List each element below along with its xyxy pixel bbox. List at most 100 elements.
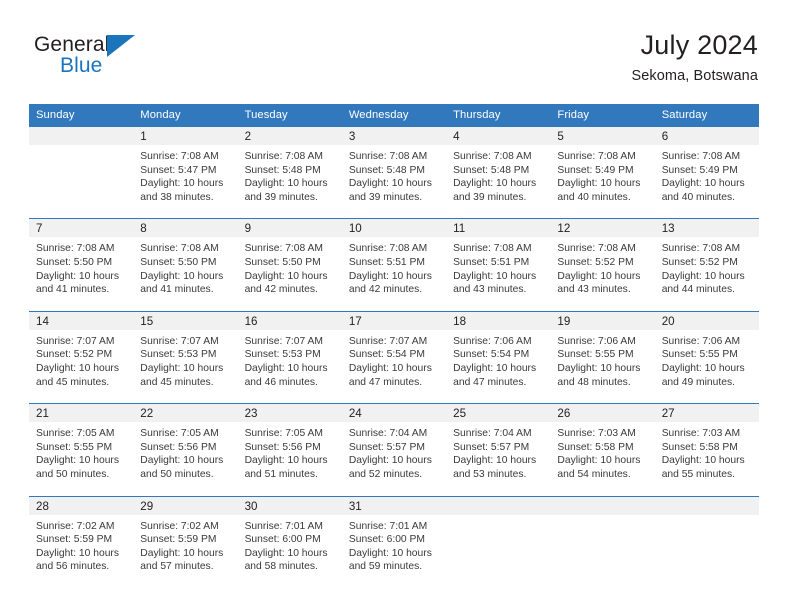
sunset-text: Sunset: 5:53 PM bbox=[244, 349, 321, 361]
logo-text-blue: Blue bbox=[60, 54, 103, 77]
sunrise-text: Sunrise: 7:06 AM bbox=[453, 335, 532, 347]
calendar-day-cell[interactable]: 8 Sunrise: 7:08 AM Sunset: 5:50 PM Daylight… bbox=[133, 218, 238, 312]
sunset-text: Sunset: 5:50 PM bbox=[36, 256, 113, 268]
calendar-day-cell[interactable]: 18 Sunrise: 7:06 AM Sunset: 5:54 PM Dayligh… bbox=[446, 310, 551, 404]
calendar-day-cell[interactable]: 30 Sunrise: 7:01 AM Sunset: 6:00 PM Dayligh… bbox=[237, 495, 342, 588]
calendar-day-cell[interactable]: 9 Sunrise: 7:08 AM Sunset: 5:50 PM Daylight… bbox=[237, 218, 342, 312]
sunrise-text: Sunrise: 7:08 AM bbox=[140, 151, 219, 162]
daylight-text-line1: Daylight: 10 hours bbox=[36, 455, 119, 467]
sunset-text: Sunset: 5:48 PM bbox=[348, 164, 425, 176]
daylight-text-line2: and 41 minutes. bbox=[36, 284, 110, 296]
day-number: 29 bbox=[133, 496, 238, 515]
calendar-day-cell[interactable]: 22 Sunrise: 7:05 AM Sunset: 5:56 PM Dayligh… bbox=[133, 403, 238, 496]
generalblue-logo[interactable]: General Blue bbox=[34, 32, 204, 90]
sunrise-text: Sunrise: 7:03 AM bbox=[661, 428, 741, 440]
day-details: Sunrise: 7:07 AM Sunset: 5:54 PM Daylight:… bbox=[342, 330, 446, 403]
calendar-day-cell[interactable]: 25 Sunrise: 7:04 AM Sunset: 5:57 PM Dayligh… bbox=[446, 403, 551, 496]
calendar-day-cell[interactable]: 7 Sunrise: 7:08 AM Sunset: 5:50 PM Daylight… bbox=[29, 218, 134, 312]
sunrise-text: Sunrise: 7:07 AM bbox=[140, 335, 219, 347]
day-details: Sunrise: 7:08 AM Sunset: 5:52 PM Daylight:… bbox=[655, 237, 759, 310]
day-number: 13 bbox=[654, 219, 759, 238]
daylight-text-line2: and 46 minutes. bbox=[244, 376, 318, 388]
calendar-day-cell[interactable]: 5 Sunrise: 7:08 AM Sunset: 5:49 PM Daylight… bbox=[550, 127, 655, 219]
calendar-day-cell[interactable]: 14 Sunrise: 7:07 AM Sunset: 5:52 PM Dayligh… bbox=[29, 310, 134, 404]
calendar-week-row: 14 Sunrise: 7:07 AM Sunset: 5:52 PM Dayligh… bbox=[29, 310, 759, 404]
day-number: 2 bbox=[237, 127, 342, 145]
calendar-day-cell[interactable]: 13 Sunrise: 7:08 AM Sunset: 5:52 PM Dayligh… bbox=[654, 218, 759, 312]
sunrise-text: Sunrise: 7:05 AM bbox=[140, 428, 219, 440]
daylight-text-line2: and 56 minutes. bbox=[36, 561, 110, 573]
calendar-day-cell[interactable]: 27 Sunrise: 7:03 AM Sunset: 5:58 PM Dayligh… bbox=[654, 403, 759, 496]
daylight-text-line1: Daylight: 10 hours bbox=[557, 178, 641, 190]
sunrise-text: Sunrise: 7:08 AM bbox=[36, 243, 115, 255]
calendar-day-cell-empty bbox=[550, 495, 655, 588]
daylight-text-line2: and 48 minutes. bbox=[557, 376, 631, 388]
sunrise-text: Sunrise: 7:08 AM bbox=[348, 243, 428, 255]
calendar-day-cell[interactable]: 31 Sunrise: 7:01 AM Sunset: 6:00 PM Dayligh… bbox=[341, 495, 447, 588]
calendar-day-cell[interactable]: 1 Sunrise: 7:08 AM Sunset: 5:47 PM Daylight… bbox=[133, 127, 238, 219]
calendar-day-cell[interactable]: 15 Sunrise: 7:07 AM Sunset: 5:53 PM Dayligh… bbox=[133, 310, 238, 404]
daylight-text-line1: Daylight: 10 hours bbox=[557, 270, 641, 282]
day-number: 3 bbox=[341, 127, 447, 145]
calendar-day-cell[interactable]: 19 Sunrise: 7:06 AM Sunset: 5:55 PM Dayligh… bbox=[550, 310, 655, 404]
day-number: 10 bbox=[341, 219, 447, 238]
calendar-day-cell[interactable]: 29 Sunrise: 7:02 AM Sunset: 5:59 PM Dayligh… bbox=[133, 495, 238, 588]
day-details: Sunrise: 7:02 AM Sunset: 5:59 PM Daylight:… bbox=[133, 515, 237, 588]
daylight-text-line1: Daylight: 10 hours bbox=[140, 178, 224, 190]
day-details: Sunrise: 7:03 AM Sunset: 5:58 PM Daylight:… bbox=[655, 422, 759, 495]
calendar-day-cell[interactable]: 23 Sunrise: 7:05 AM Sunset: 5:56 PM Dayligh… bbox=[237, 403, 342, 496]
sunset-text: Sunset: 5:48 PM bbox=[244, 164, 321, 176]
daylight-text-line1: Daylight: 10 hours bbox=[348, 362, 432, 374]
sunrise-text: Sunrise: 7:08 AM bbox=[453, 151, 532, 162]
sunset-text: Sunset: 6:00 PM bbox=[348, 534, 425, 546]
day-number: 25 bbox=[446, 404, 551, 423]
calendar-day-cell[interactable]: 6 Sunrise: 7:08 AM Sunset: 5:49 PM Daylight… bbox=[654, 127, 759, 219]
daylight-text-line2: and 59 minutes. bbox=[348, 561, 423, 573]
day-details: Sunrise: 7:05 AM Sunset: 5:56 PM Daylight:… bbox=[238, 422, 342, 495]
day-number: 6 bbox=[654, 127, 759, 145]
daylight-text-line2: and 57 minutes. bbox=[140, 561, 214, 573]
calendar-day-cell[interactable]: 12 Sunrise: 7:08 AM Sunset: 5:52 PM Dayligh… bbox=[550, 218, 655, 312]
sunset-text: Sunset: 5:47 PM bbox=[140, 164, 217, 176]
calendar-day-cell[interactable]: 28 Sunrise: 7:02 AM Sunset: 5:59 PM Dayligh… bbox=[29, 495, 134, 588]
day-number bbox=[29, 127, 134, 145]
sunset-text: Sunset: 5:56 PM bbox=[140, 441, 217, 453]
day-number: 18 bbox=[446, 311, 551, 330]
calendar-day-cell[interactable]: 21 Sunrise: 7:05 AM Sunset: 5:55 PM Dayligh… bbox=[29, 403, 134, 496]
calendar-day-cell[interactable]: 4 Sunrise: 7:08 AM Sunset: 5:48 PM Daylight… bbox=[446, 127, 551, 219]
daylight-text-line2: and 40 minutes. bbox=[661, 191, 735, 203]
calendar-day-cell[interactable]: 2 Sunrise: 7:08 AM Sunset: 5:48 PM Daylight… bbox=[237, 127, 342, 219]
daylight-text-line1: Daylight: 10 hours bbox=[36, 270, 119, 282]
daylight-text-line1: Daylight: 10 hours bbox=[348, 270, 432, 282]
daylight-text-line1: Daylight: 10 hours bbox=[140, 547, 224, 559]
sunset-text: Sunset: 5:52 PM bbox=[557, 256, 634, 268]
calendar-day-cell[interactable]: 16 Sunrise: 7:07 AM Sunset: 5:53 PM Dayligh… bbox=[237, 310, 342, 404]
daylight-text-line1: Daylight: 10 hours bbox=[453, 178, 537, 190]
calendar-page: General Blue July 2024 Sekoma, Botswana … bbox=[0, 0, 792, 612]
daylight-text-line2: and 42 minutes. bbox=[348, 284, 423, 296]
daylight-text-line2: and 53 minutes. bbox=[453, 468, 527, 480]
sunset-text: Sunset: 5:57 PM bbox=[348, 441, 425, 453]
calendar-day-cell[interactable]: 26 Sunrise: 7:03 AM Sunset: 5:58 PM Dayligh… bbox=[550, 403, 655, 496]
daylight-text-line2: and 39 minutes. bbox=[453, 191, 527, 203]
sunrise-text: Sunrise: 7:08 AM bbox=[140, 243, 219, 255]
day-details: Sunrise: 7:08 AM Sunset: 5:49 PM Daylight:… bbox=[550, 145, 654, 218]
calendar-day-cell[interactable]: 17 Sunrise: 7:07 AM Sunset: 5:54 PM Dayligh… bbox=[341, 310, 447, 404]
calendar-day-cell[interactable]: 10 Sunrise: 7:08 AM Sunset: 5:51 PM Dayligh… bbox=[341, 218, 447, 312]
calendar-day-cell[interactable]: 20 Sunrise: 7:06 AM Sunset: 5:55 PM Dayligh… bbox=[654, 310, 759, 404]
calendar-table: Sunday Monday Tuesday Wednesday Thursday Frid… bbox=[29, 104, 759, 588]
calendar-day-cell[interactable]: 24 Sunrise: 7:04 AM Sunset: 5:57 PM Dayligh… bbox=[341, 403, 447, 496]
sunset-text: Sunset: 5:52 PM bbox=[36, 349, 113, 361]
daylight-text-line1: Daylight: 10 hours bbox=[140, 270, 224, 282]
sunrise-text: Sunrise: 7:04 AM bbox=[453, 428, 532, 440]
sunrise-text: Sunrise: 7:02 AM bbox=[36, 520, 115, 532]
sunset-text: Sunset: 5:54 PM bbox=[348, 349, 425, 361]
sunset-text: Sunset: 5:53 PM bbox=[140, 349, 217, 361]
day-details: Sunrise: 7:08 AM Sunset: 5:48 PM Daylight:… bbox=[238, 145, 342, 218]
sunset-text: Sunset: 5:58 PM bbox=[661, 441, 738, 453]
day-details: Sunrise: 7:08 AM Sunset: 5:50 PM Daylight:… bbox=[29, 237, 133, 310]
calendar-day-cell[interactable]: 11 Sunrise: 7:08 AM Sunset: 5:51 PM Dayligh… bbox=[446, 218, 551, 312]
calendar-day-cell[interactable]: 3 Sunrise: 7:08 AM Sunset: 5:48 PM Daylight… bbox=[341, 127, 447, 219]
sunset-text: Sunset: 5:50 PM bbox=[140, 256, 217, 268]
weekday-header-saturday: Saturday bbox=[654, 104, 759, 127]
